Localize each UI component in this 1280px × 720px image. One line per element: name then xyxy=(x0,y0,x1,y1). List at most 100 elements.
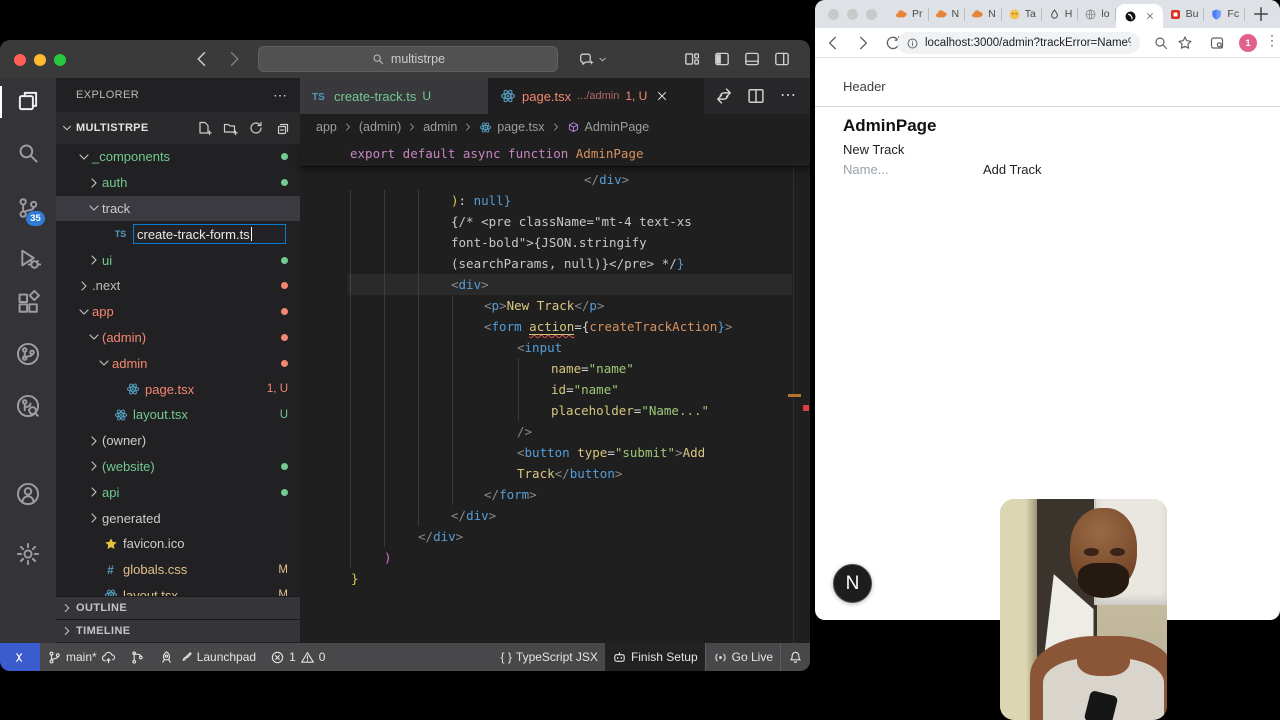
maximize-window-button[interactable] xyxy=(54,54,66,66)
forward-icon[interactable] xyxy=(224,49,244,69)
refresh-icon[interactable] xyxy=(248,120,264,136)
browser-tab-Pr[interactable]: Pr xyxy=(889,0,929,28)
close-window-button[interactable] xyxy=(14,54,26,66)
tree-row-admin[interactable]: admin xyxy=(56,350,300,376)
browser-tab-lo[interactable]: lo xyxy=(1078,0,1116,28)
tree-row-track[interactable]: track xyxy=(56,195,300,222)
tree-row-page.tsx[interactable]: page.tsx 1, U xyxy=(56,376,300,402)
code-line-12[interactable]: placeholder="Name..." xyxy=(300,400,810,421)
tree-row-layout.tsx[interactable]: layout.tsx M xyxy=(56,583,300,596)
tree-row-favicon.ico[interactable]: favicon.ico xyxy=(56,531,300,557)
git-graph-icon[interactable] xyxy=(15,341,41,367)
code-line-16[interactable]: </form> xyxy=(300,484,810,505)
breadcrumb-item[interactable]: (admin) xyxy=(359,120,401,134)
breadcrumb-item[interactable]: page.tsx xyxy=(497,120,544,134)
back-icon[interactable] xyxy=(824,34,842,52)
code-area[interactable]: </div>): null} {/* <pre className="mt-4 t… xyxy=(300,167,810,643)
code-line-8[interactable]: <form action={createTrackAction}> xyxy=(300,316,810,337)
breadcrumb-item[interactable]: admin xyxy=(423,120,457,134)
code-line-10[interactable]: name="name" xyxy=(300,358,810,379)
maximize-window-button[interactable] xyxy=(866,9,877,20)
tree-row--components[interactable]: _components xyxy=(56,144,300,170)
settings-gear-icon[interactable] xyxy=(15,541,41,567)
command-center-search[interactable]: multistrpe xyxy=(258,46,558,72)
project-section-header[interactable]: MULTISTRPE xyxy=(56,112,300,144)
new-folder-icon[interactable] xyxy=(222,120,238,136)
sticky-scroll-line[interactable]: export default async function AdminPage xyxy=(300,140,810,167)
back-icon[interactable] xyxy=(192,49,212,69)
timeline-section[interactable]: TIMELINE xyxy=(56,619,300,642)
toggle-panel-button[interactable] xyxy=(743,50,761,68)
forward-icon[interactable] xyxy=(854,34,872,52)
copilot-menu-button[interactable] xyxy=(578,49,612,69)
new-tab-button[interactable] xyxy=(1251,4,1271,24)
remote-indicator[interactable] xyxy=(0,643,40,671)
breadcrumb-item[interactable]: app xyxy=(316,120,337,134)
source-control-graph-status[interactable] xyxy=(123,643,152,671)
address-bar[interactable]: localhost:3000/admin?trackError=Name%20i… xyxy=(897,32,1140,54)
add-track-button[interactable]: Add Track xyxy=(983,162,1042,177)
toggle-sidebar-button[interactable] xyxy=(713,50,731,68)
browser-tab-Ta[interactable]: Ta xyxy=(1002,0,1042,28)
code-line-14[interactable]: <button type="submit">Add xyxy=(300,442,810,463)
notifications-status[interactable] xyxy=(781,643,810,671)
code-line-20[interactable]: } xyxy=(300,568,810,589)
tree-row-app[interactable]: app xyxy=(56,299,300,325)
code-line-9[interactable]: <input xyxy=(300,337,810,358)
code-line-17[interactable]: </div> xyxy=(300,505,810,526)
breadcrumb-item[interactable]: AdminPage xyxy=(585,120,650,134)
tree-row--owner-[interactable]: (owner) xyxy=(56,428,300,454)
code-line-4[interactable]: font-bold">{JSON.stringify xyxy=(300,232,810,253)
git-search-icon[interactable] xyxy=(15,393,41,419)
toggle-secondary-sidebar-button[interactable] xyxy=(773,50,791,68)
go-live-status[interactable]: Go Live xyxy=(704,643,781,671)
side-panel-icon[interactable] xyxy=(1209,35,1225,51)
git-branch-status[interactable]: main* xyxy=(40,643,123,671)
tree-row-.next[interactable]: .next xyxy=(56,273,300,299)
code-line-6[interactable]: <div> xyxy=(300,274,810,295)
finish-setup-status[interactable]: Finish Setup xyxy=(604,643,705,671)
browser-tab-Fc[interactable]: Fc xyxy=(1204,0,1245,28)
customize-layout-button[interactable] xyxy=(683,50,701,68)
zoom-icon[interactable] xyxy=(1153,35,1169,51)
tree-row-globals.css[interactable]: # globals.css M xyxy=(56,557,300,583)
collapse-all-icon[interactable] xyxy=(274,120,290,136)
search-view-icon[interactable] xyxy=(15,140,41,166)
code-line-19[interactable]: ) xyxy=(300,547,810,568)
code-line-15[interactable]: Track</button> xyxy=(300,463,810,484)
close-window-button[interactable] xyxy=(828,9,839,20)
run-debug-icon[interactable] xyxy=(15,245,41,271)
browser-tab-Bu[interactable]: Bu xyxy=(1163,0,1205,28)
bookmark-star-icon[interactable] xyxy=(1177,35,1193,51)
tree-row-api[interactable]: api xyxy=(56,479,300,505)
code-line-7[interactable]: <p>New Track</p> xyxy=(300,295,810,316)
explorer-icon[interactable] xyxy=(15,88,41,114)
nextjs-dev-badge[interactable]: N xyxy=(833,564,872,603)
problems-status[interactable]: 1 0 xyxy=(263,643,332,671)
tree-row-create-track-form.ts[interactable]: TS create-track-form.ts xyxy=(56,221,300,247)
code-line-3[interactable]: {/* <pre className="mt-4 text-xs xyxy=(300,211,810,232)
profile-avatar[interactable]: 1 xyxy=(1239,34,1257,52)
minimize-window-button[interactable] xyxy=(34,54,46,66)
code-line-13[interactable]: /> xyxy=(300,421,810,442)
tree-row-generated[interactable]: generated xyxy=(56,505,300,531)
site-info-icon[interactable] xyxy=(906,37,919,50)
minimize-window-button[interactable] xyxy=(847,9,858,20)
browser-tab-H[interactable]: H xyxy=(1042,0,1079,28)
code-line-18[interactable]: </div> xyxy=(300,526,810,547)
code-line-1[interactable]: </div> xyxy=(300,169,810,190)
split-editor-icon[interactable] xyxy=(746,86,766,106)
browser-tab-active[interactable] xyxy=(1115,4,1163,28)
tree-row-auth[interactable]: auth xyxy=(56,170,300,196)
language-mode-status[interactable]: { } TypeScript JSX xyxy=(494,643,605,671)
name-input[interactable]: Name... xyxy=(843,162,983,177)
accounts-icon[interactable] xyxy=(15,481,41,507)
code-line-2[interactable]: ): null} xyxy=(300,190,810,211)
close-icon[interactable] xyxy=(655,89,669,103)
open-changes-icon[interactable] xyxy=(714,86,734,106)
close-icon[interactable] xyxy=(1145,11,1155,21)
tree-row-ui[interactable]: ui xyxy=(56,247,300,273)
tab-page-tsx[interactable]: page.tsx .../admin 1, U xyxy=(488,78,704,114)
outline-section[interactable]: OUTLINE xyxy=(56,596,300,619)
tab-create-track-ts[interactable]: TS create-track.ts U xyxy=(300,78,488,114)
